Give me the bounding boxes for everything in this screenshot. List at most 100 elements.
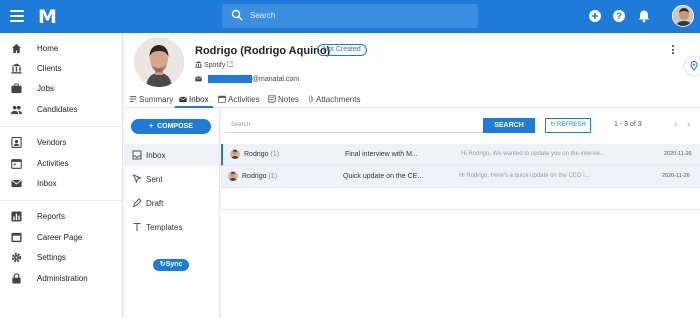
tab-notes[interactable]: Notes [268, 95, 299, 104]
search-placeholder: Search [250, 11, 276, 20]
sidebar-item-label: Home [37, 44, 59, 53]
tab-inbox[interactable]: Inbox [179, 95, 209, 104]
sidebar-item-candidates[interactable]: Candidates [0, 101, 122, 119]
status-badge: Not Created [317, 44, 367, 56]
email-domain[interactable]: @manatal.com [252, 76, 299, 83]
tab-summary[interactable]: Summary [129, 95, 173, 104]
tab-label: Attachments [316, 95, 361, 104]
people-icon [11, 105, 22, 115]
mail-sender: Rodrigo (1) [242, 173, 277, 180]
sidebar-item-label: Administration [37, 274, 88, 283]
tab-attachments[interactable]: Attachments [308, 95, 360, 104]
sidebar-item-activities[interactable]: Activities [0, 155, 122, 173]
sidebar-item-career-page[interactable]: Career Page [0, 229, 122, 247]
sidebar-item-reports[interactable]: Reports [0, 208, 122, 226]
mail-preview: Hi Rodrigo, We wanted to update you on t… [461, 151, 605, 157]
sidebar-item-jobs[interactable]: Jobs [0, 80, 122, 98]
tab-label: Inbox [189, 95, 209, 104]
sidebar-item-home[interactable]: Home [0, 40, 122, 58]
text-format-icon [133, 223, 141, 231]
external-link-icon[interactable] [227, 61, 234, 67]
folder-templates[interactable]: Templates [124, 216, 219, 238]
profile-tabs: Summary Inbox Activities Notes Attachmen… [124, 91, 700, 108]
calendar-icon [218, 95, 226, 103]
mail-search-input[interactable]: Search [225, 118, 483, 133]
bell-icon[interactable] [637, 9, 651, 23]
mail-icon [195, 76, 202, 82]
mail-subject: Final interview with M... [345, 151, 418, 158]
tab-label: Activities [228, 95, 260, 104]
more-options-icon[interactable] [672, 45, 676, 56]
company-name[interactable]: Spotify [204, 62, 225, 69]
folder-draft[interactable]: Draft [124, 192, 219, 214]
sidebar-item-label: Settings [37, 253, 66, 262]
tab-label: Summary [139, 95, 174, 104]
chevron-right-icon[interactable]: › [687, 119, 690, 130]
cursor-send-icon [132, 174, 142, 184]
home-icon [11, 43, 22, 54]
company-row: Spotify [195, 61, 234, 69]
sync-button[interactable]: ↻Sync [153, 259, 189, 271]
web-page-icon [11, 232, 22, 243]
chevron-left-icon[interactable]: ‹ [674, 119, 677, 130]
mail-date: 2020-11-26 [664, 151, 692, 157]
global-search-input[interactable]: Search [222, 4, 478, 28]
sidebar-item-inbox[interactable]: Inbox [0, 175, 122, 193]
mail-date: 2020-11-26 [662, 173, 690, 179]
sidebar-item-label: Activities [37, 159, 69, 168]
location-pin-button[interactable] [685, 57, 700, 75]
mail-row-empty [221, 188, 700, 210]
mail-row[interactable]: Rodrigo (1) Final interview with M... Hi… [221, 144, 700, 166]
app-logo[interactable]: M [38, 6, 57, 28]
pencil-icon [132, 198, 142, 208]
sidebar-item-administration[interactable]: Administration [0, 270, 122, 288]
folder-label: Inbox [146, 151, 166, 160]
sync-label: Sync [165, 261, 183, 268]
folder-inbox[interactable]: Inbox [124, 144, 219, 166]
sidebar-item-settings[interactable]: Settings [0, 249, 122, 267]
mail-sender: Rodrigo (1) [244, 151, 279, 158]
mail-row[interactable]: Rodrigo (1) Quick update on the CE... Hi… [221, 166, 700, 188]
folder-sent[interactable]: Sent [124, 168, 219, 190]
sidebar-item-vendors[interactable]: Vendors [0, 134, 122, 152]
mail-folder-panel: + COMPOSE Inbox Sent Draft Templates ↻Sy… [124, 108, 220, 318]
svg-text:?: ? [616, 11, 622, 21]
hamburger-menu-icon[interactable] [10, 10, 24, 22]
redacted-email-user [207, 75, 252, 83]
mail-subject: Quick update on the CE... [343, 173, 424, 180]
sidebar-item-label: Career Page [37, 233, 83, 242]
compose-button[interactable]: + COMPOSE [131, 119, 211, 134]
mail-search-button[interactable]: SEARCH [483, 118, 535, 133]
email-row: @manatal.com [195, 75, 299, 83]
help-icon[interactable]: ? [612, 9, 626, 23]
sidebar-item-label: Vendors [37, 138, 67, 147]
gear-icon [11, 252, 22, 263]
refresh-icon: ↻ [550, 122, 556, 128]
bank-icon [11, 63, 22, 74]
plus-icon: + [149, 123, 154, 130]
sender-name: Rodrigo [242, 173, 267, 180]
search-icon [231, 9, 243, 21]
sender-name: Rodrigo [244, 151, 269, 158]
inbox-tray-icon [132, 150, 142, 160]
sidebar-item-label: Jobs [37, 84, 54, 93]
sidebar-item-label: Reports [37, 212, 66, 221]
sidebar-item-label: Clients [37, 64, 62, 73]
candidate-name: Rodrigo (Rodrigo Aquino) [195, 45, 331, 57]
add-circle-icon[interactable] [588, 9, 602, 23]
compose-label: COMPOSE [157, 123, 193, 130]
folder-label: Draft [146, 199, 164, 208]
sidebar-divider [0, 126, 122, 127]
tab-label: Notes [278, 95, 299, 104]
tab-activities[interactable]: Activities [218, 95, 260, 104]
pagination-text: 1 - 3 of 3 [614, 121, 642, 128]
notes-icon [268, 95, 276, 103]
thread-count: (1) [268, 173, 278, 180]
mail-list-panel: Search SEARCH ↻ REFRESH 1 - 3 of 3 ‹ › R… [221, 108, 700, 318]
summary-icon [129, 96, 137, 102]
user-avatar[interactable] [672, 5, 694, 27]
mail-search-placeholder: Search [231, 122, 251, 128]
refresh-button[interactable]: ↻ REFRESH [545, 118, 591, 133]
sidebar-item-clients[interactable]: Clients [0, 60, 122, 78]
mail-icon [179, 96, 187, 103]
